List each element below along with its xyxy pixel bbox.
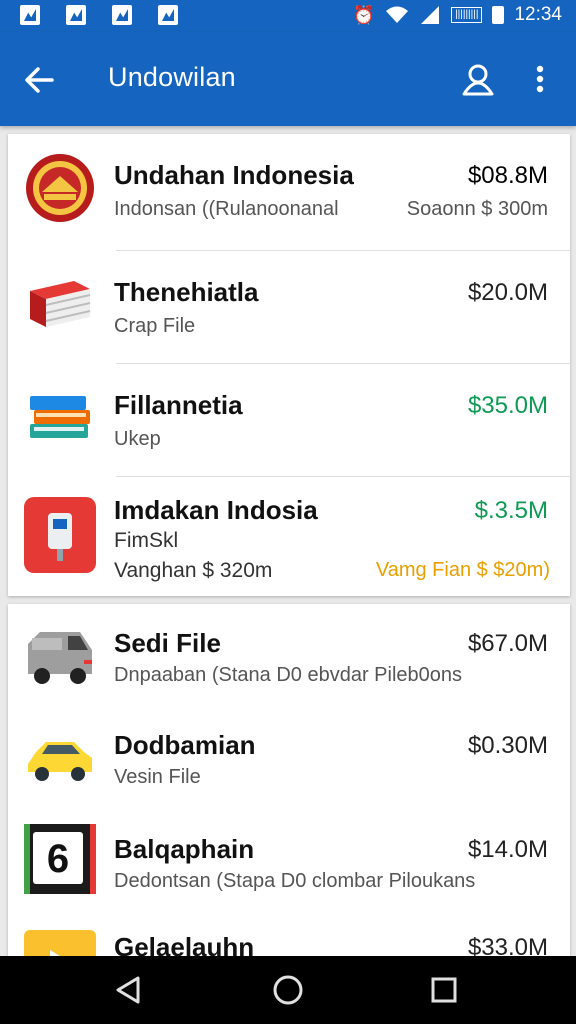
red-book-icon: [30, 281, 91, 327]
item-detail: Vanghan $ 320m: [114, 559, 273, 582]
signal-icon: [421, 6, 440, 24]
page-title: Undowilan: [108, 62, 236, 92]
list-group-2: Sedi File $67.0M Dnpaaban (Stana D0 ebvd…: [8, 604, 570, 956]
status-bar: ⏰ ||||||||| 12:34: [0, 0, 576, 32]
list-item[interactable]: Imdakan Indosia $.3.5M FimSkl Vanghan $ …: [8, 477, 570, 596]
notification-icons: [20, 5, 178, 25]
item-amount: $35.0M: [467, 392, 548, 419]
item-subtitle: FimSkl: [114, 529, 179, 552]
back-nav-icon: [116, 976, 140, 1004]
item-amount: $.3.5M: [474, 497, 548, 524]
system-indicators: ⏰ ||||||||| 12:34: [353, 4, 562, 26]
item-title: Undahan Indonesia: [114, 160, 354, 190]
item-title: Balqaphain: [114, 834, 255, 864]
red-device-icon: [24, 497, 96, 573]
wifi-icon: [386, 6, 409, 23]
list-item[interactable]: Fillannetia $35.0M Ukep: [8, 364, 570, 476]
gallery-icon: [20, 5, 40, 25]
more-vert-icon: [536, 65, 544, 93]
item-title: Sedi File: [114, 628, 221, 658]
arrow-left-icon: [25, 67, 54, 93]
list-item[interactable]: Gelaelauhn $33.0M: [8, 912, 570, 956]
emblem-icon: [26, 154, 94, 222]
tile-stripe: [90, 824, 96, 894]
check-image-icon: [112, 5, 132, 25]
photo-icon: [158, 5, 178, 25]
clock: 12:34: [514, 4, 562, 25]
van-icon: [28, 632, 92, 684]
item-amount: $14.0M: [467, 836, 548, 863]
item-amount: $33.0M: [467, 934, 548, 956]
item-amount: $08.8M: [467, 162, 548, 189]
item-subtitle: Dnpaaban (Stana D0 ebvdar Pileb0ons: [114, 664, 463, 686]
item-subtitle: Dedontsan (Stapa D0 clombar Piloukans: [114, 870, 476, 892]
item-subtitle: Vesin File: [114, 766, 201, 788]
nav-recents-button[interactable]: [424, 970, 464, 1010]
indicator-box: |||||||||: [451, 7, 483, 23]
item-title: Thenehiatla: [114, 277, 259, 307]
yellow-car-icon: [28, 742, 92, 781]
item-title: Fillannetia: [114, 390, 243, 420]
back-button[interactable]: [18, 58, 62, 102]
item-amount: $67.0M: [467, 630, 548, 657]
item-side-note: Vamg Fian $ $20m): [375, 559, 550, 581]
item-amount: $0.30M: [467, 732, 548, 759]
number-six-tile-icon: 6: [24, 824, 96, 894]
item-subtitle: Ukep: [114, 428, 161, 450]
item-amount: $20.0M: [467, 279, 548, 306]
item-title: Gelaelauhn: [114, 932, 255, 956]
nav-back-button[interactable]: [108, 970, 148, 1010]
item-title: Imdakan Indosia: [114, 495, 318, 525]
battery-icon: [492, 6, 505, 24]
recents-nav-icon: [431, 977, 457, 1003]
alarm-icon: ⏰: [352, 5, 376, 25]
list-item[interactable]: 6 Balqaphain $14.0M Dedontsan (Stapa D0 …: [8, 808, 570, 912]
tile-digit: 6: [33, 832, 83, 884]
nav-home-button[interactable]: [268, 970, 308, 1010]
tile-stripe: [24, 824, 30, 894]
list-item[interactable]: Thenehiatla $20.0M Crap File: [8, 251, 570, 363]
list-item[interactable]: Undahan Indonesia $08.8M Indonsan ((Rula…: [8, 134, 570, 250]
home-nav-icon: [273, 975, 303, 1005]
image-icon: [66, 5, 86, 25]
book-stack-icon: [30, 396, 90, 438]
person-icon: [462, 64, 494, 96]
list-group-1: Undahan Indonesia $08.8M Indonsan ((Rula…: [8, 134, 570, 596]
item-subtitle: Indonsan ((Rulanoonanal: [114, 198, 339, 220]
account-button[interactable]: [456, 58, 500, 102]
system-nav-bar: [0, 956, 576, 1024]
item-side-note: Soaonn $ 300m: [406, 198, 548, 220]
item-title: Dodbamian: [114, 730, 256, 760]
play-tile-icon: [24, 930, 96, 956]
overflow-menu-button[interactable]: [522, 58, 558, 102]
list-item[interactable]: Sedi File $67.0M Dnpaaban (Stana D0 ebvd…: [8, 604, 570, 706]
list-item[interactable]: Dodbamian $0.30M Vesin File: [8, 706, 570, 808]
item-subtitle: Crap File: [114, 315, 196, 337]
app-bar: Undowilan: [0, 32, 576, 126]
